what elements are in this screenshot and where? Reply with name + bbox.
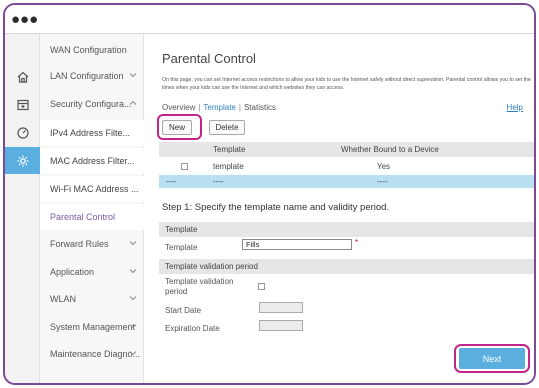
- icon-bar: [5, 34, 40, 383]
- sidebar-item-ipv4-filter[interactable]: IPv4 Address Filte...: [40, 120, 144, 146]
- chevron-down-icon: [129, 351, 137, 356]
- row-template: ----: [213, 177, 224, 186]
- tab-overview[interactable]: Overview: [162, 103, 195, 112]
- sidebar-item-label: WAN Configuration: [50, 45, 127, 55]
- sidebar-item-label: LAN Configuration: [50, 71, 124, 81]
- expiration-date-input[interactable]: [259, 320, 303, 331]
- delete-button[interactable]: Delete: [209, 120, 245, 135]
- browser-window: ●●● WAN Configuration LAN Configuration …: [3, 3, 536, 385]
- title-bar: ●●●: [5, 5, 534, 34]
- page-description: On this page, you can set Internet acces…: [162, 77, 531, 91]
- tab-separator: |: [198, 103, 201, 112]
- sidebar-item-maintenance[interactable]: Maintenance Diagno...: [40, 341, 144, 367]
- row-bound: ----: [377, 177, 388, 186]
- expiration-date-label: Expiration Date: [165, 324, 220, 333]
- sidebar-item-label: Forward Rules: [50, 239, 109, 249]
- row-bound: Yes: [377, 161, 391, 171]
- sidebar-item-lan[interactable]: LAN Configuration: [40, 63, 144, 89]
- row-col0: ----: [166, 177, 177, 186]
- start-date-input[interactable]: [259, 302, 303, 313]
- table-row[interactable]: ---- ---- ----: [159, 175, 534, 188]
- sidebar-item-security[interactable]: Security Configura...: [40, 91, 144, 117]
- template-label: Template: [165, 243, 198, 252]
- gear-icon[interactable]: [5, 147, 40, 174]
- sidebar-item-wan[interactable]: WAN Configuration: [40, 37, 144, 63]
- sidebar-item-system-management[interactable]: System Management: [40, 314, 144, 340]
- next-button[interactable]: Next: [459, 348, 525, 369]
- start-date-label: Start Date: [165, 306, 202, 315]
- validity-checkbox[interactable]: [258, 283, 265, 290]
- template-name-input[interactable]: Fills: [242, 239, 352, 250]
- sidebar-item-wifi-mac[interactable]: Wi-Fi MAC Address ...: [40, 176, 144, 202]
- sidebar-item-wlan[interactable]: WLAN: [40, 286, 144, 312]
- row-checkbox[interactable]: [181, 158, 188, 174]
- network-icon[interactable]: [5, 91, 40, 118]
- gauge-icon[interactable]: [5, 119, 40, 146]
- window-controls-icon[interactable]: ●●●: [11, 11, 38, 28]
- required-mark: *: [355, 238, 359, 247]
- page-title: Parental Control: [162, 51, 256, 66]
- table-row[interactable]: template Yes: [159, 158, 534, 174]
- column-header-bound: Whether Bound to a Device: [341, 145, 439, 154]
- chevron-down-icon: [129, 73, 137, 78]
- column-header-template: Template: [213, 145, 246, 154]
- sidebar-item-label: System Management: [50, 322, 136, 332]
- validity-label: Template validation period: [165, 277, 234, 296]
- tab-separator: |: [238, 103, 241, 112]
- row-template: template: [213, 161, 244, 171]
- new-button[interactable]: New: [162, 120, 192, 135]
- sidebar-item-label: Wi-Fi MAC Address ...: [50, 184, 139, 194]
- section-template: Template: [159, 222, 534, 237]
- chevron-down-icon: [129, 241, 137, 246]
- chevron-up-icon: [129, 100, 137, 105]
- sidebar-item-label: Maintenance Diagno...: [50, 349, 141, 359]
- home-icon[interactable]: [5, 63, 40, 90]
- table-header: Template Whether Bound to a Device: [159, 142, 534, 157]
- sidebar-item-label: WLAN: [50, 294, 77, 304]
- tab-template[interactable]: Template: [203, 103, 235, 112]
- chevron-down-icon: [129, 296, 137, 301]
- main-content: Parental Control On this page, you can s…: [145, 34, 534, 383]
- sidebar-item-parental-control[interactable]: Parental Control: [40, 204, 144, 230]
- tab-statistics[interactable]: Statistics: [244, 103, 276, 112]
- sidebar-item-label: IPv4 Address Filte...: [50, 128, 131, 138]
- sidebar-item-application[interactable]: Application: [40, 259, 144, 285]
- sidebar: WAN Configuration LAN Configuration Secu…: [40, 34, 144, 383]
- sidebar-item-label: Application: [50, 267, 95, 277]
- sidebar-item-mac-filter[interactable]: MAC Address Filter...: [40, 148, 144, 174]
- tab-bar: Overview | Template | Statistics: [162, 103, 276, 112]
- help-link[interactable]: Help: [507, 103, 523, 112]
- chevron-down-icon: [129, 269, 137, 274]
- chevron-down-icon: [129, 324, 137, 329]
- sidebar-item-label: Security Configura...: [50, 99, 132, 109]
- sidebar-item-label: Parental Control: [50, 212, 116, 222]
- section-validity: Template validation period: [159, 259, 534, 274]
- sidebar-item-label: MAC Address Filter...: [50, 156, 135, 166]
- sidebar-item-forward-rules[interactable]: Forward Rules: [40, 231, 144, 257]
- step-title: Step 1: Specify the template name and va…: [162, 202, 390, 213]
